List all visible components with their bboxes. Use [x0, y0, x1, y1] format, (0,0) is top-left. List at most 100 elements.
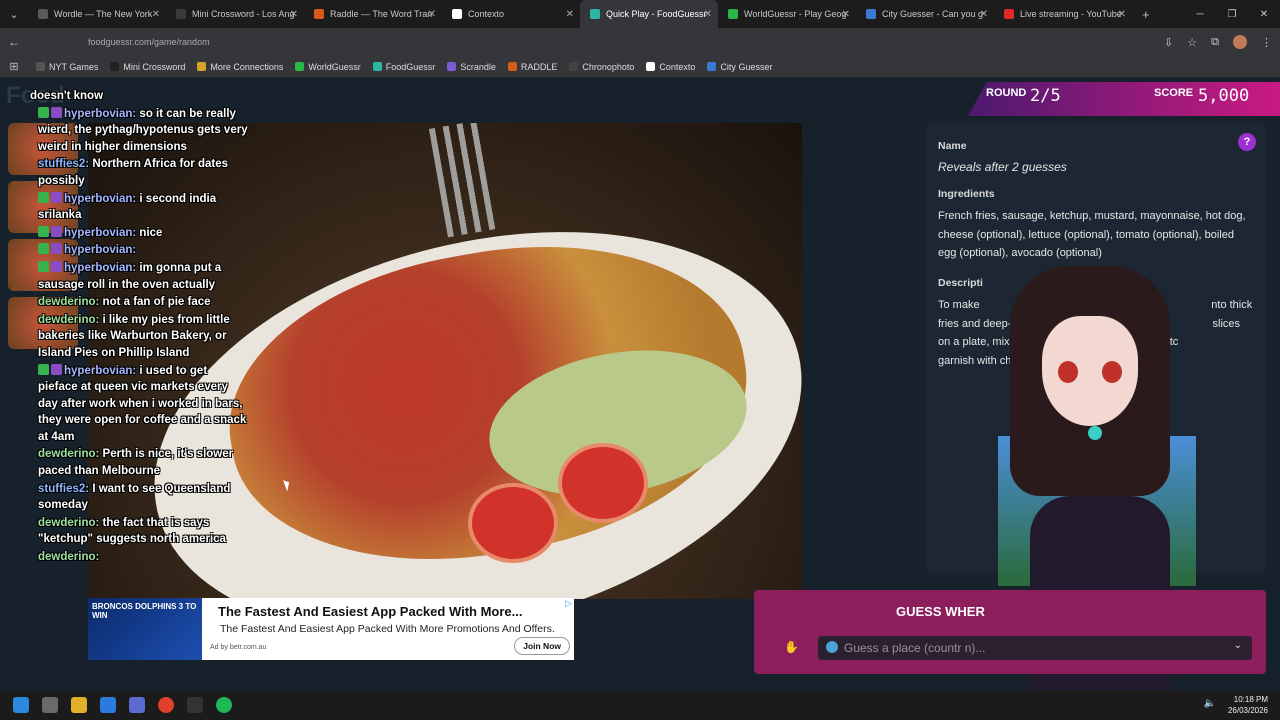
bookmark-item[interactable]: Mini Crossword: [110, 62, 185, 72]
help-icon[interactable]: ?: [1238, 133, 1256, 151]
tab-close-icon[interactable]: ✕: [1118, 9, 1126, 20]
tab-favicon-icon: [452, 9, 462, 19]
browser-tab[interactable]: Contexto ✕: [442, 0, 580, 28]
tab-favicon-icon: [590, 9, 600, 19]
chat-username[interactable]: hyperbovian:: [64, 108, 136, 120]
tab-close-icon[interactable]: ✕: [428, 9, 436, 20]
guess-placeholder: Guess a place (countr n)...: [844, 641, 986, 655]
ad-attribution: Ad by betr.com.au: [210, 644, 267, 651]
bookmark-item[interactable]: FoodGuessr: [372, 61, 436, 72]
score-value: 5,000: [1198, 86, 1250, 106]
chat-text: not a fan of pie face: [102, 296, 211, 309]
ad-close-icon[interactable]: ▷: [565, 598, 572, 609]
extensions-icon[interactable]: ⧉: [1211, 36, 1219, 49]
back-icon[interactable]: ←: [0, 35, 28, 49]
bookmark-item[interactable]: City Guesser: [707, 62, 772, 72]
tab-favicon-icon: [314, 9, 324, 19]
minimize-icon[interactable]: ─: [1184, 9, 1216, 20]
guess-title: GUESS WHER: [896, 604, 985, 619]
system-clock[interactable]: 10:18 PM 26/03/2026: [1228, 694, 1268, 716]
browser-tab[interactable]: Wordle — The New York ✕: [28, 0, 166, 28]
toolbar-right: ⇩ ☆ ⧉ ⋮: [1164, 28, 1272, 56]
photos-icon[interactable]: [100, 697, 116, 713]
chrome-icon[interactable]: [158, 697, 174, 713]
maximize-icon[interactable]: ❐: [1216, 9, 1248, 20]
ad-join-button[interactable]: Join Now: [514, 637, 570, 655]
chat-message: doesn't know: [8, 88, 248, 105]
chat-username[interactable]: stuffies2:: [38, 158, 89, 170]
profile-avatar[interactable]: [1233, 35, 1247, 49]
chat-message: hyperbovian: nice: [8, 225, 248, 242]
chat-username[interactable]: hyperbovian:: [64, 244, 136, 256]
apps-grid-icon[interactable]: ⊞: [0, 60, 28, 73]
chevron-down-icon[interactable]: ⌄: [1234, 640, 1242, 651]
tab-close-icon[interactable]: ✕: [152, 9, 160, 20]
browser-tab[interactable]: City Guesser - Can you g ✕: [856, 0, 994, 28]
chat-username[interactable]: dewderino:: [38, 448, 99, 460]
chat-username[interactable]: hyperbovian:: [64, 365, 136, 377]
bookmark-favicon-icon: [36, 62, 45, 71]
chat-username[interactable]: dewderino:: [38, 296, 99, 308]
bookmark-item[interactable]: Contexto: [646, 62, 695, 72]
chat-username[interactable]: dewderino:: [38, 517, 99, 529]
ad-title[interactable]: The Fastest And Easiest App Packed With …: [218, 604, 522, 619]
chat-username[interactable]: dewderino:: [38, 551, 99, 563]
tab-close-icon[interactable]: ✕: [980, 9, 988, 20]
start-icon[interactable]: [13, 697, 29, 713]
avatar-necklace-gem: [1088, 426, 1102, 440]
spotify-icon[interactable]: [216, 697, 232, 713]
tab-close-icon[interactable]: ✕: [842, 9, 850, 20]
bookmark-list: NYT Games Mini Crossword More Connections W…: [36, 62, 784, 72]
tier-badge-icon: [51, 106, 62, 118]
chat-username[interactable]: hyperbovian:: [64, 227, 136, 239]
score-label: SCORE: [1154, 87, 1194, 99]
bookmark-label: FoodGuessr: [385, 61, 436, 72]
tab-close-icon[interactable]: ✕: [566, 9, 574, 20]
tab-search-icon[interactable]: ⌄: [0, 8, 28, 21]
browser-tab[interactable]: Quick Play - FoodGuessr ✕: [580, 0, 718, 28]
clock-date: 26/03/2026: [1227, 706, 1268, 715]
bookmark-item[interactable]: Scrandle: [447, 62, 496, 72]
tab-label: Mini Crossword - Los Ang: [192, 9, 295, 19]
tier-badge-icon: [51, 243, 62, 255]
browser-tab[interactable]: Live streaming - YouTube ✕: [994, 0, 1132, 28]
chat-username[interactable]: hyperbovian:: [64, 262, 136, 274]
obs-icon[interactable]: [42, 697, 58, 713]
tab-close-icon[interactable]: ✕: [290, 9, 298, 20]
guess-input[interactable]: Guess a place (countr n)... ⌄: [818, 636, 1252, 660]
install-app-icon[interactable]: ⇩: [1164, 36, 1173, 49]
browser-tab[interactable]: WorldGuessr - Play Geog ✕: [718, 0, 856, 28]
tab-label: Contexto: [468, 9, 505, 19]
chat-message: hyperbovian: i used to get pieface at qu…: [8, 363, 248, 446]
ad-image[interactable]: BRONCOS DOLPHINS 3 TO WIN: [88, 598, 202, 660]
bookmark-favicon-icon: [372, 62, 382, 71]
chat-username[interactable]: stuffies2:: [38, 483, 89, 495]
bookmark-star-icon[interactable]: ☆: [1187, 36, 1197, 49]
new-tab-button[interactable]: +: [1132, 7, 1160, 22]
menu-icon[interactable]: ⋮: [1261, 36, 1272, 49]
browser-tab[interactable]: Mini Crossword - Los Ang ✕: [166, 0, 304, 28]
tab-close-icon[interactable]: ✕: [704, 9, 712, 20]
bookmark-item[interactable]: NYT Games: [36, 62, 98, 72]
tier-badge-icon: [51, 191, 62, 203]
bookmark-item[interactable]: More Connections: [197, 62, 283, 72]
url-field[interactable]: foodguessr.com/game/random: [88, 37, 210, 47]
close-window-icon[interactable]: ✕: [1248, 9, 1280, 20]
bookmark-item[interactable]: Chronophoto: [569, 62, 634, 72]
file-explorer-icon[interactable]: [71, 697, 87, 713]
banner-ad[interactable]: BRONCOS DOLPHINS 3 TO WIN The Fastest An…: [88, 598, 574, 660]
bookmark-favicon-icon: [707, 62, 717, 71]
chat-username[interactable]: dewderino:: [38, 314, 99, 326]
volume-icon[interactable]: 🔈: [1204, 698, 1216, 709]
globe-icon: [826, 641, 838, 653]
bookmark-item[interactable]: RADDLE: [507, 62, 557, 72]
bookmark-favicon-icon: [507, 62, 517, 71]
browser-tab[interactable]: Raddle — The Word Tran ✕: [304, 0, 442, 28]
tab-list: Wordle — The New York ✕ Mini Crossword - L…: [28, 0, 1132, 28]
tab-label: WorldGuessr - Play Geog: [744, 9, 847, 19]
vtube-icon[interactable]: [129, 697, 145, 713]
browser-tab-strip: ⌄ Wordle — The New York ✕ Mini Crossword -…: [0, 0, 1280, 28]
chat-username[interactable]: hyperbovian:: [64, 193, 136, 205]
streamlabs-icon[interactable]: [187, 697, 203, 713]
bookmark-item[interactable]: WorldGuessr: [295, 62, 361, 72]
